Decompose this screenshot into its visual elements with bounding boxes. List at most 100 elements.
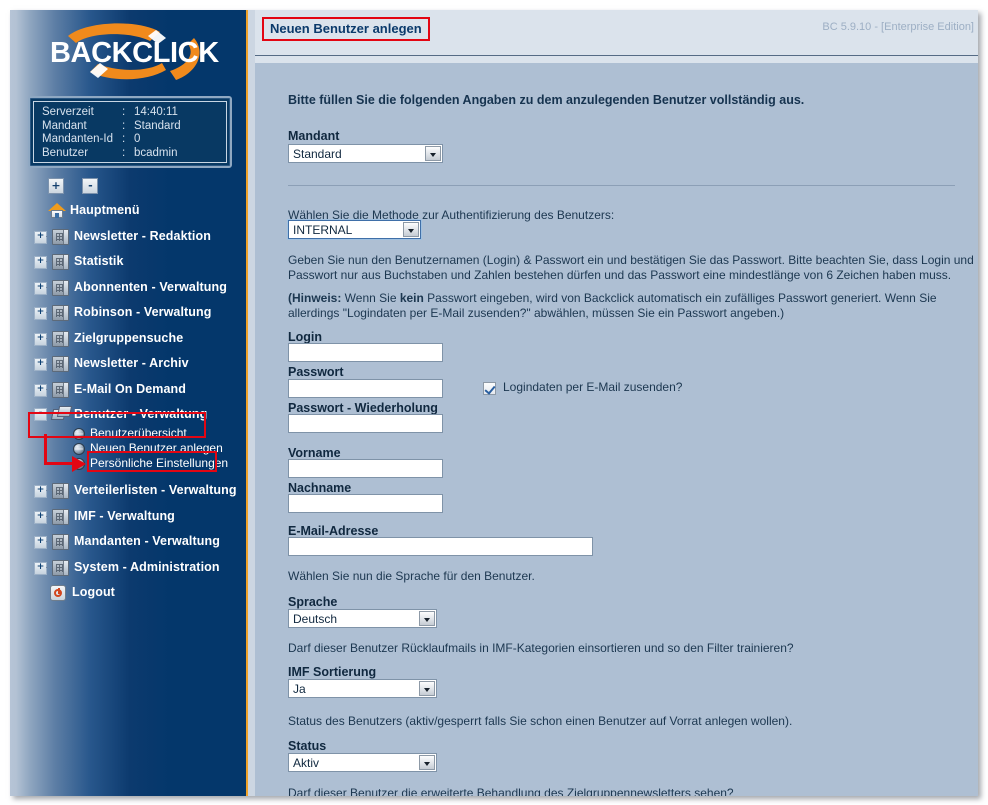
info-key: Mandant (42, 119, 87, 132)
sidebar-subitem-persoenliche-einstellungen[interactable]: Persönliche Einstellungen (10, 456, 246, 471)
language-select[interactable]: Deutsch (288, 609, 437, 628)
info-value: Standard (134, 119, 181, 132)
password-label: Passwort (288, 365, 344, 379)
sidebar-item-hauptmenue[interactable]: Hauptmenü (10, 198, 246, 224)
chevron-down-icon[interactable] (425, 146, 441, 161)
chevron-down-icon[interactable] (419, 611, 435, 626)
chevron-down-icon[interactable] (403, 222, 419, 237)
login-label: Login (288, 330, 323, 344)
chevron-down-icon[interactable] (419, 755, 435, 770)
sidebar-subitem-label: Persönliche Einstellungen (90, 456, 229, 470)
status-question: Status des Benutzers (aktiv/gesperrt fal… (288, 714, 793, 728)
password-repeat-input[interactable] (288, 414, 443, 433)
sidebar-item-newsletter-archiv[interactable]: + Newsletter - Archiv (10, 351, 246, 377)
sidebar-item-benutzer-verwaltung[interactable]: - Benutzer - Verwaltung (10, 402, 246, 426)
firstname-label: Vorname (288, 446, 341, 460)
password-input[interactable] (288, 379, 443, 398)
sidebar-item-label: Hauptmenü (70, 203, 140, 217)
info-sep: : (122, 146, 126, 159)
sidebar-item-mandanten-verwaltung[interactable]: + Mandanten - Verwaltung (10, 529, 246, 555)
sidebar-item-abonnenten-verwaltung[interactable]: + Abonnenten - Verwaltung (10, 275, 246, 301)
info-key: Serverzeit (42, 106, 94, 118)
email-label: E-Mail-Adresse (288, 524, 379, 538)
lastname-input[interactable] (288, 494, 443, 513)
building-icon (52, 356, 69, 372)
page-title: Neuen Benutzer anlegen (262, 17, 430, 41)
version-label: BC 5.9.10 - [Enterprise Edition] (822, 21, 974, 33)
tree-controls: + - (48, 178, 112, 196)
mandant-selected-value: Standard (293, 147, 342, 161)
sidebar-item-statistik[interactable]: + Statistik (10, 249, 246, 275)
info-value: 14:40:11 (134, 106, 178, 118)
status-select[interactable]: Aktiv (288, 753, 437, 772)
sidebar-item-label: Mandanten - Verwaltung (74, 534, 220, 548)
password-note-2: (Hinweis: Wenn Sie kein Passwort eingebe… (288, 291, 978, 321)
sidebar-item-label: Zielgruppensuche (74, 330, 184, 345)
sidebar-item-email-on-demand[interactable]: + E-Mail On Demand (10, 377, 246, 403)
backclick-logo[interactable]: BACKCLICK (38, 22, 238, 88)
imf-question: Darf dieser Benutzer Rücklaufmails in IM… (288, 641, 794, 655)
firstname-input[interactable] (288, 459, 443, 478)
status-selected-value: Aktiv (293, 756, 320, 770)
building-icon (52, 254, 69, 270)
building-icon (52, 508, 69, 525)
imf-select[interactable]: Ja (288, 679, 437, 698)
sidebar-item-label: Abonnenten - Verwaltung (74, 279, 227, 294)
sidebar-item-newsletter-redaktion[interactable]: + Newsletter - Redaktion (10, 224, 246, 250)
minus-icon: - (88, 179, 93, 192)
sidebar-item-label: Verteilerlisten - Verwaltung (74, 483, 237, 497)
password-note-1: Geben Sie nun den Benutzernamen (Login) … (288, 253, 974, 282)
language-label: Sprache (288, 595, 338, 609)
sidebar-item-zielgruppensuche[interactable]: + Zielgruppensuche (10, 326, 246, 352)
send-login-checkbox[interactable] (483, 382, 496, 395)
info-row: Serverzeit:14:40:11 (42, 106, 226, 120)
info-row: Mandanten-Id:0 (42, 133, 226, 147)
lastname-label: Nachname (288, 481, 352, 495)
sidebar-item-verteilerlisten-verwaltung[interactable]: + Verteilerlisten - Verwaltung (10, 478, 246, 504)
hinweis-bold: kein (399, 291, 424, 305)
section-divider (288, 185, 955, 186)
info-key: Mandanten-Id (42, 133, 113, 145)
building-icon (52, 228, 69, 245)
sidebar-item-logout[interactable]: Logout (10, 580, 246, 606)
power-icon (50, 585, 67, 601)
building-icon (52, 381, 69, 398)
sidebar-item-label: System - Administration (74, 559, 220, 574)
imf-selected-value: Ja (293, 682, 306, 696)
chevron-down-icon[interactable] (419, 681, 435, 696)
building-icon (52, 483, 69, 499)
login-input[interactable] (288, 343, 443, 362)
sidebar-subitem-label: Neuen Benutzer anlegen (90, 441, 223, 455)
sidebar-item-system-administration[interactable]: + System - Administration (10, 555, 246, 581)
hinweis-a: Wenn Sie (341, 291, 400, 305)
mandant-select[interactable]: Standard (288, 144, 443, 163)
info-value: 0 (134, 133, 141, 145)
sidebar-item-robinson-verwaltung[interactable]: + Robinson - Verwaltung (10, 300, 246, 326)
sidebar-item-label: IMF - Verwaltung (74, 508, 175, 523)
expand-all-button[interactable]: + (48, 178, 64, 194)
sidebar-item-label: Newsletter - Redaktion (74, 228, 211, 243)
sidebar-subitem-neuen-benutzer-anlegen[interactable]: Neuen Benutzer anlegen (10, 441, 246, 456)
sidebar-item-label: Statistik (74, 254, 124, 268)
sidebar-item-imf-verwaltung[interactable]: + IMF - Verwaltung (10, 504, 246, 530)
sidebar-item-label: Logout (72, 585, 115, 599)
language-selected-value: Deutsch (293, 612, 338, 626)
plus-icon: + (51, 179, 61, 192)
collapse-all-button[interactable]: - (82, 178, 99, 194)
building-icon (52, 534, 69, 550)
sphere-icon (73, 443, 85, 455)
sidebar-divider (248, 10, 255, 796)
auth-method-select[interactable]: INTERNAL (288, 220, 421, 239)
email-input[interactable] (288, 537, 593, 556)
sidebar-subitem-benutzeruebersicht[interactable]: Benutzerübersicht (10, 426, 246, 441)
info-row: Benutzer: bcadmin (42, 147, 226, 161)
mandant-label: Mandant (288, 129, 340, 143)
hinweis-prefix: (Hinweis: (288, 291, 342, 305)
form-intro-text: Bitte füllen Sie die folgenden Angaben z… (288, 93, 805, 107)
info-sep: : (122, 106, 126, 118)
info-value: bcadmin (134, 146, 178, 159)
language-question: Wählen Sie nun die Sprache für den Benut… (288, 569, 535, 583)
sphere-icon (73, 428, 85, 440)
info-sep: : (122, 133, 126, 145)
info-row: Mandant: Standard (42, 120, 226, 134)
